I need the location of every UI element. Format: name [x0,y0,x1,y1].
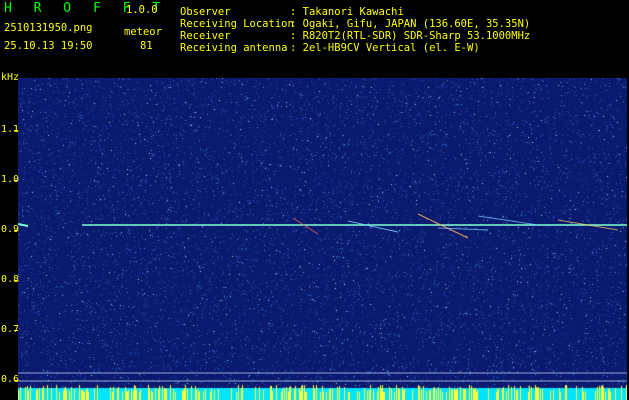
bottom-signal-band [18,378,627,400]
filename: 2510131950.png [4,22,93,34]
y-tick [14,230,18,231]
y-tick [14,380,18,381]
info-label-receiver: Receiver [180,30,231,42]
spectrogram-overlay [18,213,627,382]
info-value-location: : Ogaki, Gifu, JAPAN (136.60E, 35.35N) [290,18,531,30]
y-tick [14,330,18,331]
info-label-location: Receiving Location [180,18,294,30]
carrier-trace-start [18,223,29,227]
meteor-streak [347,220,399,233]
y-axis-unit: kHz [1,72,20,83]
spectrogram [18,78,627,400]
header: H R O F F T 1.0.0 2510131950.png meteor … [0,0,629,70]
app-version: 1.0.0 [126,4,158,16]
y-tick [14,280,18,281]
datetime: 25.10.13 19:50 [4,40,93,52]
meteor-label: meteor [124,26,162,38]
y-tick [14,130,18,131]
info-label-observer: Observer [180,6,231,18]
info-value-observer: : Takanori Kawachi [290,6,404,18]
meteor-streak [437,227,489,231]
meteor-streak [477,215,539,226]
meteor-streak [292,217,319,235]
meteor-streak [417,213,469,239]
info-value-antenna: : 2el-HB9CV Vertical (el. E-W) [290,42,480,54]
info-value-receiver: : R820T2(RTL-SDR) SDR-Sharp 53.1000MHz [290,30,531,42]
y-tick [14,180,18,181]
meteor-count: 81 [140,40,153,52]
info-label-antenna: Receiving antenna [180,42,288,54]
